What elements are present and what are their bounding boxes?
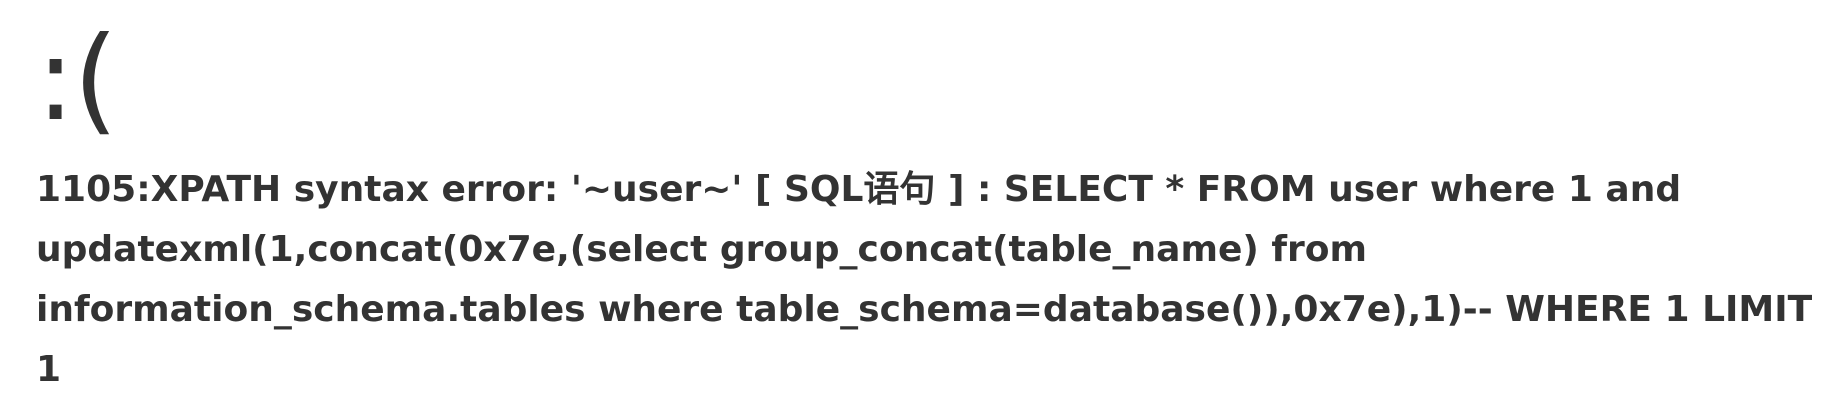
error-message: 1105:XPATH syntax error: '~user~' [ SQL语… [36, 169, 1813, 390]
sad-face-heading: :( [36, 12, 118, 147]
error-page: :( 1105:XPATH syntax error: '~user~' [ S… [36, 0, 1826, 400]
